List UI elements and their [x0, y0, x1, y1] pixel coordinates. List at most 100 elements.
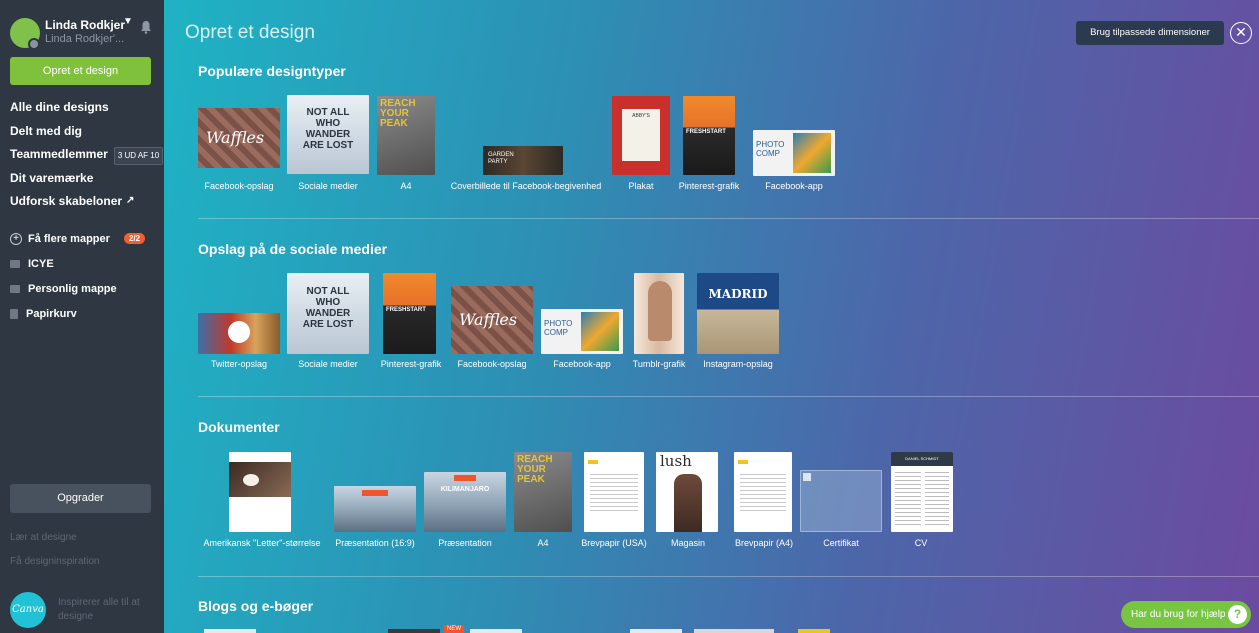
- design-thumbnail: [334, 486, 416, 532]
- tagline: Inspirerer alle til at designe: [58, 597, 140, 622]
- design-thumbnail[interactable]: [630, 629, 682, 633]
- chevron-down-icon[interactable]: ▼: [123, 16, 133, 27]
- canva-logo[interactable]: Canva: [10, 592, 46, 628]
- design-thumbnail: [634, 273, 684, 354]
- design-type-card[interactable]: FRESHSTART Pinterest-grafik: [377, 273, 445, 372]
- design-type-label: A4: [537, 538, 549, 548]
- design-type-label: Certifikat: [823, 538, 859, 548]
- design-type-card[interactable]: Brevpapir (A4): [729, 452, 799, 550]
- sidebar: Linda Rodkjer Linda Rodkjer'... ▼ Opret …: [0, 0, 164, 633]
- design-thumbnail: ABBY'S: [612, 96, 670, 175]
- design-type-card[interactable]: MADRID Instagram-opslag: [697, 273, 779, 372]
- design-type-card[interactable]: Amerikansk "Letter"-størrelse: [198, 452, 326, 550]
- design-type-card[interactable]: NOT ALL WHO WANDER ARE LOST Sociale medi…: [287, 95, 369, 198]
- sidebar-item-trash[interactable]: Papirkurv: [10, 301, 160, 326]
- design-thumbnail: Waffles: [451, 286, 533, 354]
- custom-dimensions-button[interactable]: Brug tilpassede dimensioner: [1076, 21, 1224, 45]
- folder-count-badge: 2/2: [123, 233, 146, 244]
- design-type-card[interactable]: GARDEN PARTY Coverbillede til Facebook-b…: [443, 146, 609, 198]
- sidebar-item-label: Papirkurv: [26, 307, 77, 320]
- sidebar-item-personal-folder[interactable]: Personlig mappe: [10, 276, 160, 301]
- design-thumbnail[interactable]: [388, 629, 440, 633]
- folder-icon: [10, 284, 20, 293]
- design-thumbnail[interactable]: [798, 629, 830, 633]
- design-type-card[interactable]: KILIMANJARO Præsentation: [424, 472, 506, 550]
- design-type-card[interactable]: ABBY'S Plakat: [612, 96, 670, 198]
- thumbnail-text: NOT ALL WHO WANDER ARE LOST: [302, 107, 354, 151]
- design-thumbnail: REACH YOUR PEAK: [514, 452, 572, 532]
- team-folder-icon: [10, 259, 20, 268]
- sidebar-item-shared[interactable]: Delt med dig: [10, 124, 160, 148]
- sidebar-item-label: Delt med dig: [10, 123, 83, 138]
- team-count-badge: 3 UD AF 10: [113, 147, 164, 165]
- sidebar-item-label: Dit varemærke: [10, 170, 94, 185]
- design-inspiration-link[interactable]: Få designinspiration: [10, 556, 100, 567]
- section-title-documents: Dokumenter: [198, 419, 280, 435]
- help-label: Har du brug for hjælp: [1131, 609, 1226, 620]
- sidebar-item-team-members[interactable]: Teammedlemmer 3 UD AF 10: [10, 147, 164, 171]
- design-thumbnail[interactable]: [694, 629, 774, 633]
- design-thumbnail[interactable]: [204, 629, 256, 633]
- design-type-card[interactable]: Waffles Facebook-opslag: [451, 286, 533, 372]
- learn-design-link[interactable]: Lær at designe: [10, 532, 77, 543]
- thumbnail-text: MADRID: [708, 287, 768, 301]
- design-type-card[interactable]: Twitter-opslag: [198, 313, 280, 372]
- design-type-card[interactable]: DANIEL SCHMIDT CV: [889, 452, 953, 550]
- design-type-card[interactable]: NOT ALL WHO WANDER ARE LOST Sociale medi…: [287, 273, 369, 372]
- sidebar-item-label: Teammedlemmer: [10, 147, 108, 161]
- design-type-label: Facebook-app: [553, 359, 611, 369]
- section-divider: [198, 576, 1259, 577]
- user-menu[interactable]: Linda Rodkjer Linda Rodkjer'... ▼: [10, 14, 160, 54]
- new-badge: NEW: [444, 625, 464, 633]
- sidebar-item-icye[interactable]: ICYE: [10, 251, 160, 276]
- user-team: Linda Rodkjer'...: [45, 33, 125, 45]
- design-thumbnail: Waffles: [198, 108, 280, 168]
- design-thumbnail: PHOTO COMP: [541, 309, 623, 354]
- design-type-label: Facebook-opslag: [457, 359, 527, 369]
- user-name[interactable]: Linda Rodkjer: [45, 18, 125, 32]
- design-type-label: Brevpapir (USA): [581, 538, 647, 548]
- upgrade-button[interactable]: Opgrader: [10, 484, 151, 513]
- thumbnail-text: lush: [660, 452, 692, 470]
- sidebar-item-explore-templates[interactable]: Udforsk skabeloner ↗: [10, 194, 160, 218]
- design-type-label: Præsentation: [438, 538, 492, 548]
- design-type-card[interactable]: FRESHSTART Pinterest-grafik: [678, 96, 740, 198]
- design-type-card[interactable]: PHOTO COMP Facebook-app: [753, 130, 835, 198]
- design-type-label: Coverbillede til Facebook-begivenhed: [450, 181, 602, 191]
- design-thumbnail: lush: [656, 452, 718, 532]
- sidebar-item-brand[interactable]: Dit varemærke: [10, 171, 160, 195]
- design-type-label: Instagram-opslag: [703, 359, 773, 369]
- sidebar-item-label: Få flere mapper: [28, 232, 110, 245]
- create-design-button[interactable]: Opret et design: [10, 57, 151, 85]
- design-thumbnail: NOT ALL WHO WANDER ARE LOST: [287, 273, 369, 354]
- design-type-card[interactable]: Waffles Facebook-opslag: [198, 108, 280, 198]
- design-thumbnail: KILIMANJARO: [424, 472, 506, 532]
- design-type-label: Pinterest-grafik: [678, 181, 740, 191]
- close-icon[interactable]: ✕: [1230, 22, 1252, 44]
- design-type-card[interactable]: lush Magasin: [654, 452, 722, 550]
- design-type-label: Magasin: [670, 538, 706, 548]
- design-type-card[interactable]: Certifikat: [800, 470, 882, 550]
- question-icon: ?: [1228, 605, 1247, 624]
- thumbnail-text: FRESHSTART: [386, 307, 426, 313]
- design-thumbnail: FRESHSTART: [683, 96, 735, 175]
- section-divider: [198, 218, 1259, 219]
- create-design-panel: Opret et design Brug tilpassede dimensio…: [164, 0, 1259, 633]
- design-thumbnail: DANIEL SCHMIDT: [891, 452, 953, 532]
- design-type-card[interactable]: Præsentation (16:9): [332, 486, 418, 550]
- sidebar-item-all-designs[interactable]: Alle dine designs: [10, 100, 160, 124]
- thumbnail-text: FRESHSTART: [686, 129, 726, 135]
- design-type-card[interactable]: Brevpapir (USA): [580, 452, 648, 550]
- design-type-card[interactable]: Tumblr-grafik: [630, 273, 688, 372]
- design-type-card[interactable]: REACH YOUR PEAK A4: [514, 452, 572, 550]
- design-type-card[interactable]: REACH YOUR PEAK A4: [377, 96, 435, 198]
- help-button[interactable]: Har du brug for hjælp ?: [1121, 601, 1251, 628]
- design-thumbnail[interactable]: [470, 629, 522, 633]
- bell-icon[interactable]: [140, 20, 152, 34]
- sidebar-item-more-folders[interactable]: + Få flere mapper 2/2: [10, 226, 160, 251]
- design-thumbnail: [734, 452, 792, 532]
- design-thumbnail: [800, 470, 882, 532]
- design-type-card[interactable]: PHOTO COMP Facebook-app: [541, 309, 623, 372]
- thumbnail-text: PHOTO COMP: [544, 319, 573, 337]
- design-thumbnail: [198, 313, 280, 354]
